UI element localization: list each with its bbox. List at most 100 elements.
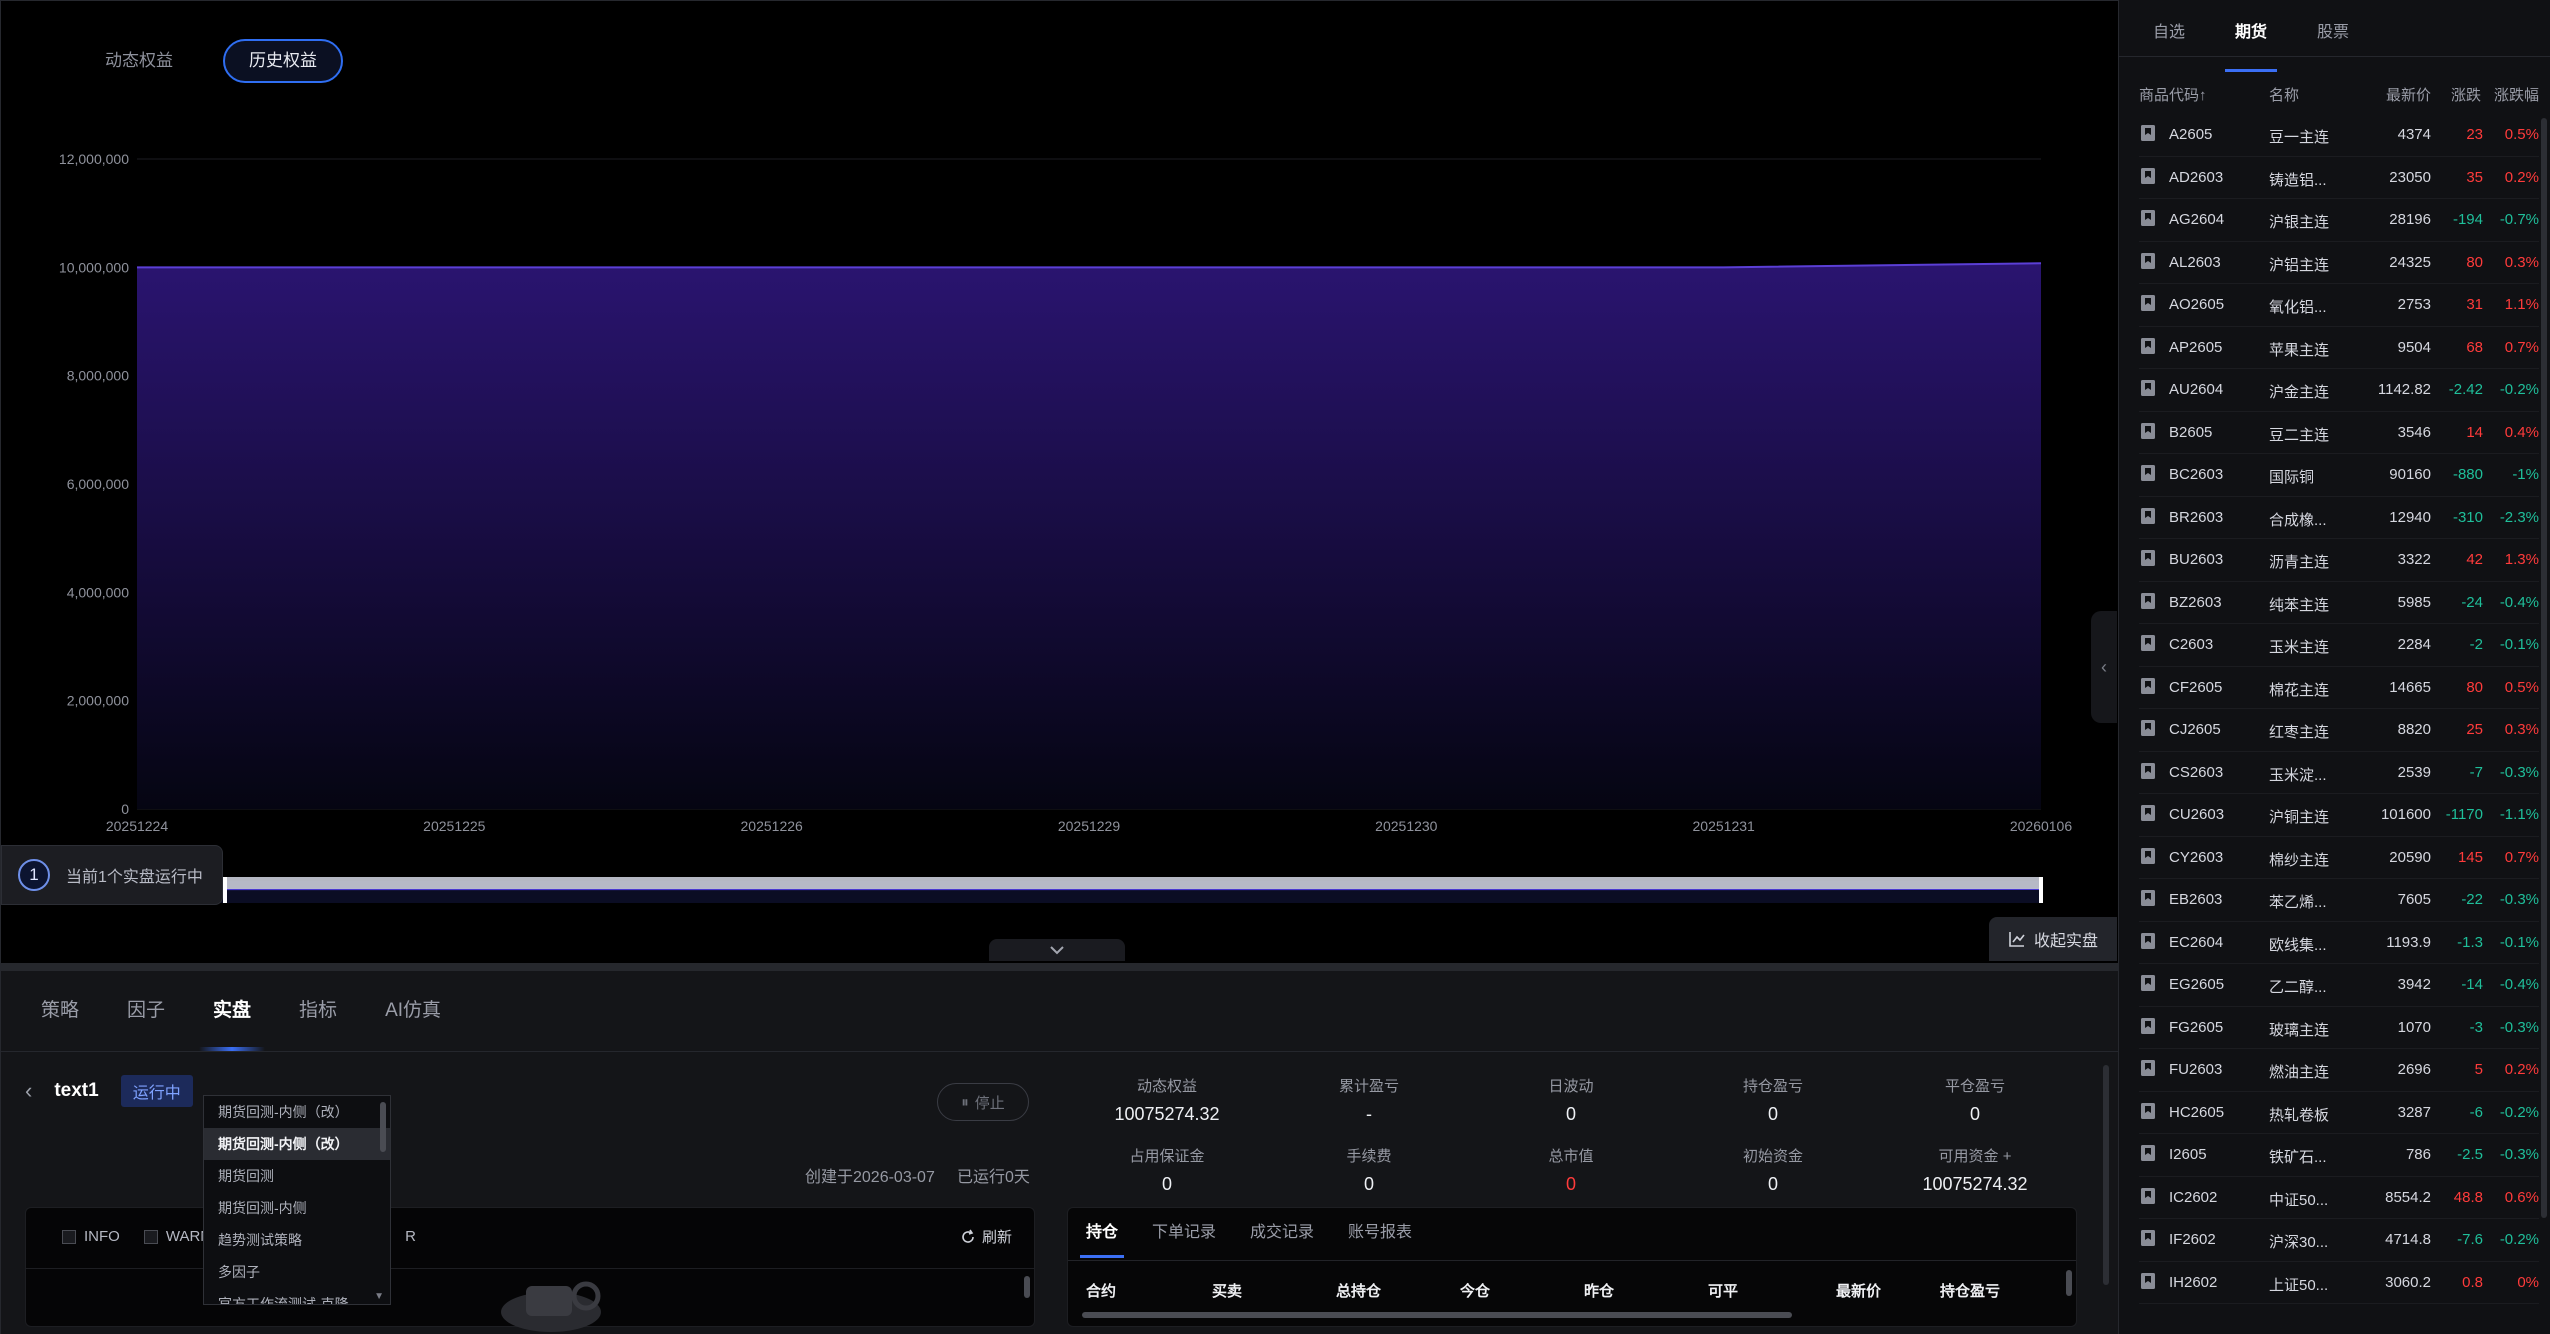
quote-row[interactable]: AL2603 沪铝主连 24325 80 0.3% xyxy=(2139,242,2539,284)
bookmark-icon[interactable] xyxy=(2139,294,2157,312)
bookmark-icon[interactable] xyxy=(2139,1272,2157,1290)
checkbox-icon[interactable] xyxy=(143,1229,158,1244)
col-name[interactable]: 名称 xyxy=(2269,84,2299,105)
quote-row[interactable]: EG2605 乙二醇... 3942 -14 -0.4% xyxy=(2139,964,2539,1007)
quote-row[interactable]: AG2604 沪银主连 28196 -194 -0.7% xyxy=(2139,199,2539,242)
quote-row[interactable]: CS2603 玉米淀... 2539 -7 -0.3% xyxy=(2139,752,2539,794)
col-total-position[interactable]: 总持仓 xyxy=(1336,1280,1460,1301)
quote-row[interactable]: BU2603 沥青主连 3322 42 1.3% xyxy=(2139,539,2539,582)
refresh-button[interactable]: 刷新 xyxy=(960,1226,1012,1247)
log-filter-info[interactable]: INFO xyxy=(62,1228,120,1245)
strategy-select-dropdown[interactable]: 期货回测-内侧（改） 期货回测-内侧（改） 期货回测 期货回测-内侧 趋势测试策… xyxy=(203,1095,391,1305)
back-arrow-icon[interactable]: ‹ xyxy=(25,1078,32,1104)
quote-row[interactable]: I2605 铁矿石... 786 -2.5 -0.3% xyxy=(2139,1134,2539,1177)
dropdown-option[interactable]: 多因子 xyxy=(204,1256,390,1288)
tab-account-report[interactable]: 账号报表 xyxy=(1348,1218,1412,1258)
dropdown-option[interactable]: 期货回测-内侧 xyxy=(204,1192,390,1224)
quote-row[interactable]: C2603 玉米主连 2284 -2 -0.1% xyxy=(2139,624,2539,667)
quote-row[interactable]: B2605 豆二主连 3546 14 0.4% xyxy=(2139,412,2539,454)
quote-row[interactable]: CJ2605 红枣主连 8820 25 0.3% xyxy=(2139,709,2539,752)
dropdown-scrollbar[interactable] xyxy=(380,1102,386,1152)
bookmark-icon[interactable] xyxy=(2139,549,2157,567)
bookmark-icon[interactable] xyxy=(2139,889,2157,907)
quotes-scrollbar[interactable] xyxy=(2541,118,2547,1218)
quote-row[interactable]: BR2603 合成橡... 12940 -310 -2.3% xyxy=(2139,497,2539,539)
collapse-live-button[interactable]: 收起实盘 xyxy=(1989,917,2117,961)
col-contract[interactable]: 合约 xyxy=(1086,1280,1212,1301)
bookmark-icon[interactable] xyxy=(2139,974,2157,992)
bookmark-icon[interactable] xyxy=(2139,337,2157,355)
col-change[interactable]: 涨跌 xyxy=(2451,84,2481,105)
positions-h-scrollbar[interactable] xyxy=(1082,1312,1792,1318)
bookmark-icon[interactable] xyxy=(2139,379,2157,397)
quote-row[interactable]: FG2605 玻璃主连 1070 -3 -0.3% xyxy=(2139,1007,2539,1049)
stop-button[interactable]: ⏸ 停止 xyxy=(937,1083,1029,1121)
quote-row[interactable]: CF2605 棉花主连 14665 80 0.5% xyxy=(2139,667,2539,709)
bookmark-icon[interactable] xyxy=(2139,422,2157,440)
quote-row[interactable]: CU2603 沪铜主连 101600 -1170 -1.1% xyxy=(2139,794,2539,837)
log-filter-warn[interactable]: WARN xyxy=(143,1228,211,1245)
tab-positions[interactable]: 持仓 xyxy=(1079,1218,1125,1258)
quote-row[interactable]: AP2605 苹果主连 9504 68 0.7% xyxy=(2139,327,2539,369)
col-last-price[interactable]: 最新价 xyxy=(1836,1280,1940,1301)
bookmark-icon[interactable] xyxy=(2139,209,2157,227)
bookmark-icon[interactable] xyxy=(2139,932,2157,950)
quote-row[interactable]: CY2603 棉纱主连 20590 145 0.7% xyxy=(2139,837,2539,879)
equity-chart[interactable]: 0 2,000,000 4,000,000 6,000,000 8,000,000 10,… xyxy=(1,121,2119,921)
bookmark-icon[interactable] xyxy=(2139,124,2157,142)
quote-row[interactable]: EB2603 苯乙烯... 7605 -22 -0.3% xyxy=(2139,879,2539,922)
bookmark-icon[interactable] xyxy=(2139,252,2157,270)
log-scrollbar[interactable] xyxy=(1024,1276,1030,1298)
quote-row[interactable]: BZ2603 纯苯主连 5985 -24 -0.4% xyxy=(2139,582,2539,624)
col-position-pnl[interactable]: 持仓盈亏 xyxy=(1940,1280,2050,1301)
chart-collapse-toggle[interactable] xyxy=(989,939,1125,961)
quote-row[interactable]: BC2603 国际铜 90160 -880 -1% xyxy=(2139,454,2539,497)
dropdown-option[interactable]: 趋势测试策略 xyxy=(204,1224,390,1256)
quote-row[interactable]: IF2602 沪深30... 4714.8 -7.6 -0.2% xyxy=(2139,1219,2539,1262)
bookmark-icon[interactable] xyxy=(2139,677,2157,695)
tab-strategy[interactable]: 策略 xyxy=(41,995,79,1035)
tab-trade-records[interactable]: 成交记录 xyxy=(1250,1218,1314,1258)
dropdown-option[interactable]: 期货回测-内侧（改） xyxy=(204,1096,390,1128)
bookmark-icon[interactable] xyxy=(2139,762,2157,780)
dropdown-option[interactable]: 期货回测 xyxy=(204,1160,390,1192)
tab-order-records[interactable]: 下单记录 xyxy=(1152,1218,1216,1258)
bookmark-icon[interactable] xyxy=(2139,1017,2157,1035)
bookmark-icon[interactable] xyxy=(2139,804,2157,822)
dynamic-equity-button[interactable]: 动态权益 xyxy=(81,39,197,83)
quote-row[interactable]: A2605 豆一主连 4374 23 0.5% xyxy=(2139,114,2539,157)
col-code[interactable]: 商品代码↑ xyxy=(2139,84,2207,105)
bookmark-icon[interactable] xyxy=(2139,507,2157,525)
tab-futures[interactable]: 期货 xyxy=(2225,18,2278,72)
bookmark-icon[interactable] xyxy=(2139,847,2157,865)
metrics-scrollbar[interactable] xyxy=(2103,1065,2109,1285)
bookmark-icon[interactable] xyxy=(2139,1229,2157,1247)
bookmark-icon[interactable] xyxy=(2139,1187,2157,1205)
tab-indicator[interactable]: 指标 xyxy=(299,995,337,1035)
quote-row[interactable]: HC2605 热轧卷板 3287 -6 -0.2% xyxy=(2139,1092,2539,1134)
quote-row[interactable]: EC2604 欧线集... 1193.9 -1.3 -0.1% xyxy=(2139,922,2539,964)
col-price[interactable]: 最新价 xyxy=(2386,84,2431,105)
quote-row[interactable]: IC2602 中证50... 8554.2 48.8 0.6% xyxy=(2139,1177,2539,1219)
bookmark-icon[interactable] xyxy=(2139,719,2157,737)
col-change-pct[interactable]: 涨跌幅 xyxy=(2494,84,2539,105)
bookmark-icon[interactable] xyxy=(2139,1102,2157,1120)
tab-stocks[interactable]: 股票 xyxy=(2317,18,2349,54)
checkbox-icon[interactable] xyxy=(62,1229,76,1244)
bookmark-icon[interactable] xyxy=(2139,1059,2157,1077)
tab-watchlist[interactable]: 自选 xyxy=(2153,18,2185,54)
running-strategies-indicator[interactable]: 1 当前1个实盘运行中 xyxy=(1,845,223,905)
caret-down-icon[interactable]: ▼ xyxy=(374,1291,384,1302)
bookmark-icon[interactable] xyxy=(2139,634,2157,652)
dropdown-option-selected[interactable]: 期货回测-内侧（改） xyxy=(204,1128,390,1160)
col-direction[interactable]: 买卖 xyxy=(1212,1280,1336,1301)
metric-available-funds[interactable]: 可用资金 + 10075274.32 xyxy=(1875,1145,2075,1195)
tab-live[interactable]: 实盘 xyxy=(199,995,266,1051)
tab-ai-sim[interactable]: AI仿真 xyxy=(385,995,441,1035)
zoom-slider[interactable] xyxy=(137,877,2043,903)
dropdown-option[interactable]: 官方工作流测试-克隆 xyxy=(204,1288,390,1304)
positions-v-scrollbar[interactable] xyxy=(2066,1270,2072,1296)
quote-row[interactable]: IH2602 上证50... 3060.2 0.8 0% xyxy=(2139,1262,2539,1304)
tab-factor[interactable]: 因子 xyxy=(127,995,165,1035)
col-today-position[interactable]: 今仓 xyxy=(1460,1280,1584,1301)
